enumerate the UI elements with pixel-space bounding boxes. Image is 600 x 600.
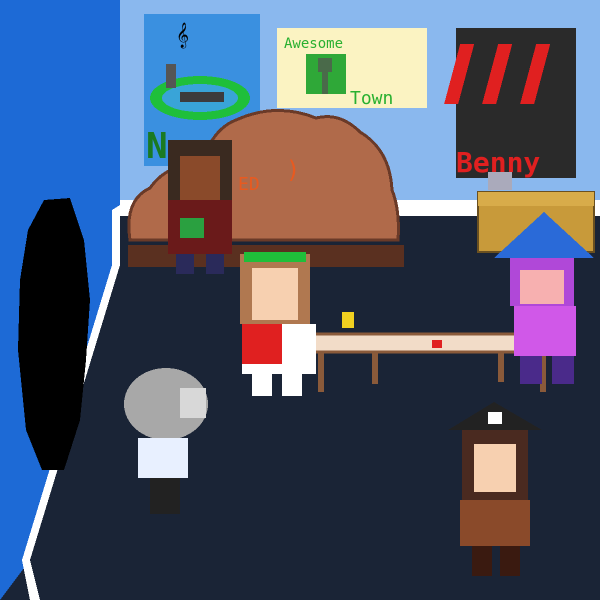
poster-left-label: N (146, 126, 168, 167)
poster-right: Benny (444, 28, 576, 179)
poster-middle-subtitle: Town (350, 88, 393, 109)
poster-middle: Awesome Town (277, 28, 427, 109)
game-scene: 𝄞 N Awesome Town Benny ED ) (0, 0, 600, 600)
svg-text:): ) (288, 156, 297, 184)
dark-haired-kid[interactable] (168, 140, 232, 274)
poster-middle-title: Awesome (284, 36, 343, 52)
room: 𝄞 N Awesome Town Benny ED ) (0, 0, 600, 600)
couch-text: ED (238, 174, 260, 195)
svg-text:𝄞: 𝄞 (176, 22, 189, 48)
